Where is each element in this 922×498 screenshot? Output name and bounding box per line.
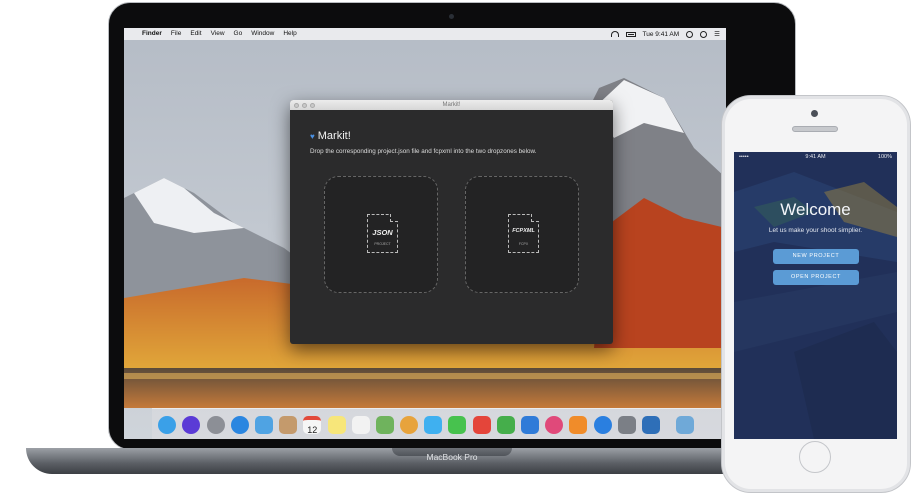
siri-icon[interactable] [182, 415, 201, 434]
json-label: JSON [372, 228, 393, 237]
json-sublabel: PROJECT [374, 242, 391, 246]
menu-go[interactable]: Go [234, 28, 243, 40]
dock: 12 [152, 408, 726, 439]
fcpxml-file-icon: FCPXML FCPX [508, 214, 539, 253]
markit-icon[interactable] [641, 415, 660, 434]
mail-icon[interactable] [254, 415, 273, 434]
zoom-window-icon[interactable] [310, 102, 315, 108]
news-icon[interactable] [472, 415, 491, 434]
numbers-icon[interactable] [496, 415, 515, 434]
iphone-battery: 100% [877, 154, 892, 160]
menu-view[interactable]: View [211, 28, 225, 40]
iphone-status-bar: ••••• 9:41 AM 100% [734, 152, 897, 162]
fcpxml-label: FCPXML [512, 228, 535, 234]
photos-icon[interactable] [400, 415, 419, 434]
iphone-screen: ••••• 9:41 AM 100% Welcome Let us make y… [734, 152, 897, 439]
finder-icon[interactable] [158, 415, 177, 434]
messages-icon[interactable] [424, 415, 443, 434]
menu-finder[interactable]: Finder [142, 28, 162, 40]
keynote-icon[interactable] [521, 415, 539, 434]
battery-icon[interactable] [625, 31, 636, 37]
folder-icon[interactable] [675, 415, 694, 434]
app-heading: ♥ Markit! [310, 130, 351, 142]
window-titlebar[interactable]: Markit! [290, 100, 613, 110]
reminders-icon[interactable] [351, 415, 370, 434]
spotlight-icon[interactable] [686, 30, 694, 38]
welcome-title: Welcome [780, 200, 851, 219]
app-heading-text: Markit! [317, 130, 351, 142]
notes-icon[interactable] [327, 415, 346, 434]
app-store-icon[interactable] [593, 415, 612, 434]
notification-center-icon[interactable]: ☰ [714, 30, 720, 38]
fcpxml-sublabel: FCPX [518, 242, 529, 246]
window-title: Markit! [442, 102, 461, 108]
menu-window[interactable]: Window [251, 28, 274, 40]
safari-icon[interactable] [230, 415, 249, 434]
preferences-icon[interactable] [617, 415, 636, 434]
minimize-window-icon[interactable] [302, 102, 307, 108]
macbook-camera [449, 14, 454, 19]
calendar-icon[interactable]: 12 [303, 415, 322, 435]
open-project-button[interactable]: OPEN PROJECT [773, 270, 859, 285]
close-window-icon[interactable] [294, 102, 299, 108]
launchpad-icon[interactable] [206, 415, 225, 434]
json-dropzone[interactable]: JSON PROJECT [324, 176, 438, 293]
new-project-button[interactable]: NEW PROJECT [773, 249, 859, 264]
markit-window: Markit! ♥ Markit! Drop the corresponding … [290, 100, 613, 344]
menu-help[interactable]: Help [283, 28, 296, 40]
iphone-background [734, 152, 897, 439]
contacts-icon[interactable] [279, 415, 298, 434]
iphone-home-button[interactable] [799, 441, 831, 473]
iphone-clock: 9:41 AM [805, 154, 826, 160]
macbook-label: MacBook Pro [426, 452, 478, 462]
welcome-subtitle: Let us make your shoot simplier. [768, 227, 863, 234]
facetime-icon[interactable] [448, 415, 467, 434]
macbook-screen: Finder File Edit View Go Window Help Tue… [124, 28, 726, 439]
wifi-icon[interactable] [610, 31, 619, 37]
ibooks-icon[interactable] [569, 415, 588, 434]
siri-menu-icon[interactable] [700, 30, 708, 38]
menu-file[interactable]: File [171, 28, 181, 40]
app-description: Drop the corresponding project.json file… [310, 148, 537, 155]
menu-extras: Tue 9:41 AM ☰ [604, 28, 720, 40]
heart-icon: ♥ [310, 132, 315, 141]
maps-icon[interactable] [375, 415, 394, 434]
menu-edit[interactable]: Edit [190, 28, 201, 40]
iphone-camera [811, 110, 818, 117]
fcpxml-dropzone[interactable]: FCPXML FCPX [465, 176, 579, 293]
menu-clock[interactable]: Tue 9:41 AM [643, 31, 680, 38]
itunes-icon[interactable] [545, 415, 564, 434]
iphone-speaker [792, 126, 838, 132]
json-file-icon: JSON PROJECT [367, 214, 398, 253]
